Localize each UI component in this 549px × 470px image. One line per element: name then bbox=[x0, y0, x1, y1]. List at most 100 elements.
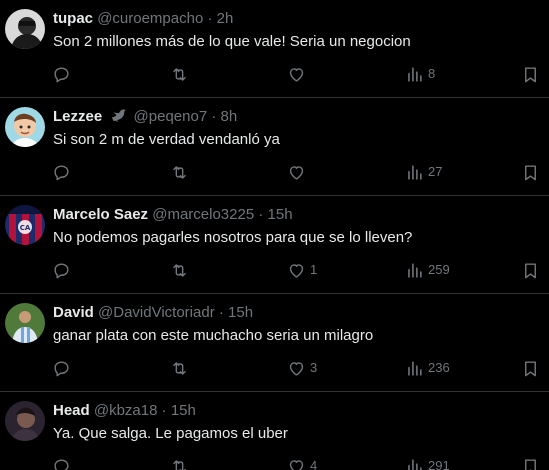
bookmark-button[interactable] bbox=[521, 455, 540, 470]
tweet-item[interactable]: CA Marcelo Saez @marcelo3225 · 15h No po… bbox=[0, 196, 549, 294]
like-button[interactable]: 4 bbox=[287, 455, 317, 470]
reply-icon bbox=[54, 164, 69, 180]
person-portrait-avatar-image bbox=[5, 401, 45, 441]
views-chart-icon bbox=[408, 458, 422, 470]
views-button[interactable]: 236 bbox=[405, 357, 450, 379]
views-count: 259 bbox=[428, 262, 450, 277]
bird-icon bbox=[112, 109, 126, 123]
views-button[interactable]: 259 bbox=[405, 259, 450, 281]
avatar[interactable] bbox=[5, 303, 45, 343]
timestamp[interactable]: 15h bbox=[228, 304, 253, 321]
reply-icon bbox=[54, 66, 69, 82]
tweet-header: Marcelo Saez @marcelo3225 · 15h bbox=[53, 205, 293, 225]
action-bar: 1 259 bbox=[0, 259, 549, 281]
tweet-header: tupac @curoempacho · 2h bbox=[53, 9, 233, 29]
separator-dot: · bbox=[161, 402, 167, 419]
separator-dot: · bbox=[258, 206, 264, 223]
bookmark-button[interactable] bbox=[521, 63, 540, 85]
tweet-header: Head @kbza18 · 15h bbox=[53, 401, 196, 421]
heart-icon bbox=[289, 459, 304, 470]
heart-icon bbox=[289, 263, 304, 278]
tweet-header: David @DavidVictoriadr · 15h bbox=[53, 303, 253, 323]
dark-portrait-avatar-image bbox=[5, 9, 45, 49]
avatar[interactable] bbox=[5, 107, 45, 147]
football-player-avatar-image bbox=[5, 303, 45, 343]
like-button[interactable]: 3 bbox=[287, 357, 317, 379]
avatar[interactable] bbox=[5, 401, 45, 441]
retweet-icon bbox=[173, 361, 186, 375]
timestamp[interactable]: 8h bbox=[221, 108, 238, 125]
views-chart-icon bbox=[408, 66, 422, 82]
author-name[interactable]: David bbox=[53, 304, 94, 321]
author-handle[interactable]: @curoempacho bbox=[97, 10, 203, 27]
views-chart-icon bbox=[408, 164, 422, 180]
cartoon-avatar-image bbox=[5, 107, 45, 147]
tweet-text: Ya. Que salga. Le pagamos el uber bbox=[53, 425, 288, 442]
views-button[interactable]: 27 bbox=[405, 161, 442, 183]
retweet-icon bbox=[173, 165, 186, 179]
heart-icon bbox=[289, 67, 304, 82]
reply-button[interactable] bbox=[52, 357, 75, 379]
tweet-text: ganar plata con este muchacho seria un m… bbox=[53, 327, 374, 344]
like-button[interactable]: 1 bbox=[287, 259, 317, 281]
tweet-header: Lezzee @peqeno7 · 8h bbox=[53, 107, 237, 127]
author-handle[interactable]: @marcelo3225 bbox=[152, 206, 254, 223]
retweet-icon bbox=[173, 67, 186, 81]
tweet-item[interactable]: tupac @curoempacho · 2h Son 2 millones m… bbox=[0, 0, 549, 98]
like-button[interactable] bbox=[287, 63, 310, 85]
tweet-item[interactable]: Head @kbza18 · 15h Ya. Que salga. Le pag… bbox=[0, 392, 549, 470]
views-count: 291 bbox=[428, 458, 450, 470]
reply-button[interactable] bbox=[52, 455, 75, 470]
author-name[interactable]: Lezzee bbox=[53, 108, 102, 125]
bookmark-button[interactable] bbox=[521, 161, 540, 183]
reply-button[interactable] bbox=[52, 161, 75, 183]
reply-button[interactable] bbox=[52, 259, 75, 281]
reply-button[interactable] bbox=[52, 63, 75, 85]
retweet-button[interactable] bbox=[170, 455, 193, 470]
retweet-button[interactable] bbox=[170, 259, 193, 281]
retweet-button[interactable] bbox=[170, 161, 193, 183]
author-handle[interactable]: @peqeno7 bbox=[134, 108, 208, 125]
tweet-text: No podemos pagarles nosotros para que se… bbox=[53, 229, 413, 246]
reply-feed: tupac @curoempacho · 2h Son 2 millones m… bbox=[0, 0, 549, 470]
author-handle[interactable]: @DavidVictoriadr bbox=[98, 304, 215, 321]
author-handle[interactable]: @kbza18 bbox=[94, 402, 158, 419]
timestamp[interactable]: 15h bbox=[171, 402, 196, 419]
bookmark-button[interactable] bbox=[521, 357, 540, 379]
retweet-button[interactable] bbox=[170, 357, 193, 379]
action-bar: 27 bbox=[0, 161, 549, 183]
bookmark-icon bbox=[525, 164, 536, 180]
author-name[interactable]: tupac bbox=[53, 10, 93, 27]
reply-icon bbox=[54, 360, 69, 376]
action-bar: 8 bbox=[0, 63, 549, 85]
timestamp[interactable]: 15h bbox=[268, 206, 293, 223]
like-count: 1 bbox=[310, 262, 318, 277]
heart-icon bbox=[289, 165, 304, 180]
timestamp[interactable]: 2h bbox=[217, 10, 234, 27]
bookmark-button[interactable] bbox=[521, 259, 540, 281]
action-bar: 4 291 bbox=[0, 455, 549, 470]
tweet-item[interactable]: David @DavidVictoriadr · 15h ganar plata… bbox=[0, 294, 549, 392]
bookmark-icon bbox=[525, 262, 536, 278]
views-button[interactable]: 291 bbox=[405, 455, 450, 470]
avatar[interactable] bbox=[5, 9, 45, 49]
views-count: 27 bbox=[428, 164, 443, 179]
separator-dot: · bbox=[207, 10, 213, 27]
svg-text:CA: CA bbox=[20, 224, 31, 232]
tweet-text: Son 2 millones más de lo que vale! Seria… bbox=[53, 33, 411, 50]
bookmark-icon bbox=[525, 360, 536, 376]
author-name[interactable]: Marcelo Saez bbox=[53, 206, 148, 223]
separator-dot: · bbox=[211, 108, 217, 125]
like-button[interactable] bbox=[287, 161, 310, 183]
action-bar: 3 236 bbox=[0, 357, 549, 379]
heart-icon bbox=[289, 361, 304, 376]
views-button[interactable]: 8 bbox=[405, 63, 435, 85]
reply-icon bbox=[54, 262, 69, 278]
retweet-button[interactable] bbox=[170, 63, 193, 85]
retweet-icon bbox=[173, 263, 186, 277]
tweet-item[interactable]: Lezzee @peqeno7 · 8h Si son 2 m de verda… bbox=[0, 98, 549, 196]
avatar[interactable]: CA bbox=[5, 205, 45, 245]
retweet-icon bbox=[173, 459, 186, 470]
author-name[interactable]: Head bbox=[53, 402, 90, 419]
views-chart-icon bbox=[408, 360, 422, 376]
